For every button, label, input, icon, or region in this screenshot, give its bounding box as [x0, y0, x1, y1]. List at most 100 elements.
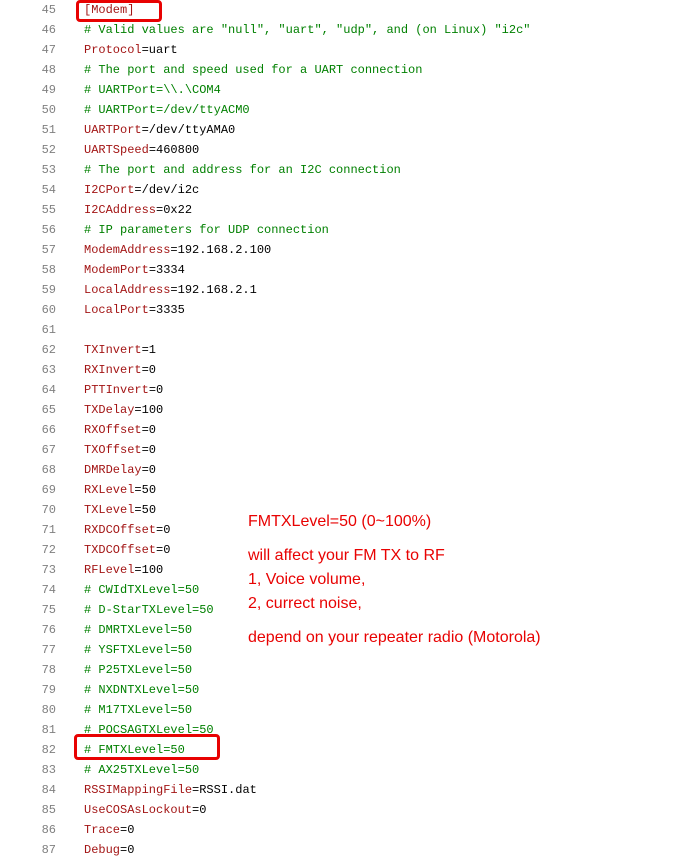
- config-key: DMRDelay: [84, 460, 142, 480]
- line-number: 76: [8, 620, 84, 640]
- config-value: =0: [142, 420, 156, 440]
- code-line: 61: [8, 320, 674, 340]
- code-line: 55I2CAddress=0x22: [8, 200, 674, 220]
- line-number: 67: [8, 440, 84, 460]
- config-key: RXInvert: [84, 360, 142, 380]
- code-line: 46# Valid values are "null", "uart", "ud…: [8, 20, 674, 40]
- comment-text: # M17TXLevel=50: [84, 700, 192, 720]
- config-key: RXOffset: [84, 420, 142, 440]
- annotation-line-4: 2, currect noise,: [248, 592, 541, 616]
- code-line: 53# The port and address for an I2C conn…: [8, 160, 674, 180]
- comment-text: # IP parameters for UDP connection: [84, 220, 329, 240]
- code-line: 51UARTPort=/dev/ttyAMA0: [8, 120, 674, 140]
- config-key: [Modem]: [84, 0, 134, 20]
- comment-text: # P25TXLevel=50: [84, 660, 192, 680]
- code-line: 82# FMTXLevel=50: [8, 740, 674, 760]
- config-value: =50: [134, 500, 156, 520]
- code-line: 59LocalAddress=192.168.2.1: [8, 280, 674, 300]
- line-number: 87: [8, 840, 84, 860]
- config-value: =50: [134, 480, 156, 500]
- line-number: 58: [8, 260, 84, 280]
- line-number: 79: [8, 680, 84, 700]
- code-line: 47Protocol=uart: [8, 40, 674, 60]
- code-line: 87Debug=0: [8, 840, 674, 860]
- config-value: =192.168.2.100: [170, 240, 271, 260]
- code-line: 83# AX25TXLevel=50: [8, 760, 674, 780]
- line-number: 50: [8, 100, 84, 120]
- config-value: =uart: [142, 40, 178, 60]
- config-key: UseCOSAsLockout: [84, 800, 192, 820]
- code-line: 57ModemAddress=192.168.2.100: [8, 240, 674, 260]
- annotation-line-1: FMTXLevel=50 (0~100%): [248, 510, 541, 534]
- config-key: LocalPort: [84, 300, 149, 320]
- code-line: 52UARTSpeed=460800: [8, 140, 674, 160]
- comment-text: # D-StarTXLevel=50: [84, 600, 214, 620]
- code-line: 65TXDelay=100: [8, 400, 674, 420]
- config-value: =0: [142, 440, 156, 460]
- line-number: 64: [8, 380, 84, 400]
- config-value: =100: [134, 560, 163, 580]
- line-number: 70: [8, 500, 84, 520]
- config-value: =0: [120, 820, 134, 840]
- annotation-line-2: will affect your FM TX to RF: [248, 544, 541, 568]
- line-number: 65: [8, 400, 84, 420]
- config-key: UARTSpeed: [84, 140, 149, 160]
- config-key: I2CPort: [84, 180, 134, 200]
- line-number: 52: [8, 140, 84, 160]
- line-number: 75: [8, 600, 84, 620]
- config-value: =0: [120, 840, 134, 860]
- config-value: =0: [156, 540, 170, 560]
- code-line: 62TXInvert=1: [8, 340, 674, 360]
- comment-text: # NXDNTXLevel=50: [84, 680, 199, 700]
- code-line: 66RXOffset=0: [8, 420, 674, 440]
- line-number: 72: [8, 540, 84, 560]
- line-number: 73: [8, 560, 84, 580]
- config-key: RXLevel: [84, 480, 134, 500]
- line-number: 82: [8, 740, 84, 760]
- line-number: 46: [8, 20, 84, 40]
- config-key: TXDCOffset: [84, 540, 156, 560]
- code-line: 45[Modem]: [8, 0, 674, 20]
- comment-text: # Valid values are "null", "uart", "udp"…: [84, 20, 530, 40]
- config-value: =0: [156, 520, 170, 540]
- code-line: 64PTTInvert=0: [8, 380, 674, 400]
- line-number: 81: [8, 720, 84, 740]
- comment-text: # FMTXLevel=50: [84, 740, 185, 760]
- comment-text: # UARTPort=/dev/ttyACM0: [84, 100, 250, 120]
- comment-text: # DMRTXLevel=50: [84, 620, 192, 640]
- code-line: 81# POCSAGTXLevel=50: [8, 720, 674, 740]
- code-line: 67TXOffset=0: [8, 440, 674, 460]
- line-number: 53: [8, 160, 84, 180]
- line-number: 47: [8, 40, 84, 60]
- config-key: ModemAddress: [84, 240, 170, 260]
- config-value: =0: [142, 360, 156, 380]
- config-key: UARTPort: [84, 120, 142, 140]
- config-value: =/dev/i2c: [134, 180, 199, 200]
- code-editor: 45[Modem]46# Valid values are "null", "u…: [0, 0, 674, 860]
- code-line: 48# The port and speed used for a UART c…: [8, 60, 674, 80]
- line-number: 57: [8, 240, 84, 260]
- config-value: =0: [192, 800, 206, 820]
- config-value: =1: [142, 340, 156, 360]
- code-line: 69RXLevel=50: [8, 480, 674, 500]
- line-number: 71: [8, 520, 84, 540]
- line-number: 85: [8, 800, 84, 820]
- annotation-line-5: depend on your repeater radio (Motorola): [248, 626, 541, 650]
- line-number: 61: [8, 320, 84, 340]
- comment-text: # UARTPort=\\.\COM4: [84, 80, 221, 100]
- line-number: 83: [8, 760, 84, 780]
- comment-text: # YSFTXLevel=50: [84, 640, 192, 660]
- config-key: LocalAddress: [84, 280, 170, 300]
- config-value: =0: [142, 460, 156, 480]
- comment-text: # The port and address for an I2C connec…: [84, 160, 401, 180]
- line-number: 63: [8, 360, 84, 380]
- line-number: 62: [8, 340, 84, 360]
- code-line: 58ModemPort=3334: [8, 260, 674, 280]
- comment-text: # POCSAGTXLevel=50: [84, 720, 214, 740]
- line-number: 74: [8, 580, 84, 600]
- config-value: =0: [149, 380, 163, 400]
- config-value: =460800: [149, 140, 199, 160]
- line-number: 51: [8, 120, 84, 140]
- code-line: 49# UARTPort=\\.\COM4: [8, 80, 674, 100]
- line-number: 78: [8, 660, 84, 680]
